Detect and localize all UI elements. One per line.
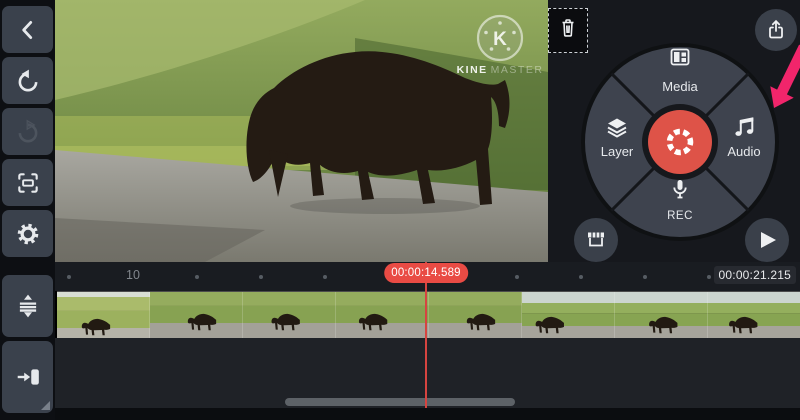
redo-icon <box>15 119 41 145</box>
capture-frame-button[interactable] <box>2 159 53 206</box>
wheel-label-rec: REC <box>667 210 693 222</box>
ruler-tick-dot <box>707 275 711 279</box>
frame-capture-icon <box>15 170 41 196</box>
video-clip-track[interactable] <box>57 291 800 338</box>
timeline-scrollbar[interactable] <box>285 398 515 406</box>
export-button[interactable] <box>755 9 797 51</box>
sidebar <box>0 0 55 420</box>
clip-thumbnail <box>429 292 522 338</box>
clip-thumbnail <box>243 292 336 338</box>
gear-icon <box>15 221 41 247</box>
ruler-tick-dot <box>67 275 71 279</box>
capture-center-button[interactable] <box>642 104 718 180</box>
clip-thumbnail <box>336 292 429 338</box>
clip-thumbnail <box>708 292 800 338</box>
clip-thumbnail <box>522 292 615 338</box>
delete-clip-button[interactable] <box>548 8 588 53</box>
resize-corner-icon <box>41 401 50 410</box>
ruler-tick-dot <box>579 275 583 279</box>
back-button[interactable] <box>2 6 53 53</box>
asset-store-button[interactable] <box>574 218 618 262</box>
ruler-tick-dot <box>195 275 199 279</box>
redo-button[interactable] <box>2 108 53 155</box>
video-preview[interactable]: K KINEMASTER <box>55 0 548 262</box>
track-height-button[interactable] <box>2 275 53 337</box>
ruler-tick-dot <box>643 275 647 279</box>
wheel-label-audio: Audio <box>727 144 760 159</box>
track-height-icon <box>15 293 41 319</box>
wheel-label-media: Media <box>662 79 698 94</box>
settings-button[interactable] <box>2 210 53 257</box>
ruler-tick-dot <box>259 275 263 279</box>
ruler-tick-dot <box>323 275 327 279</box>
annotation-arrow <box>770 45 800 108</box>
clip-thumbnail <box>150 292 243 338</box>
undo-icon <box>15 68 41 94</box>
jump-to-end-button[interactable] <box>2 341 53 413</box>
chevron-left-icon <box>15 17 41 43</box>
ruler-tick-dot <box>515 275 519 279</box>
preview-scene: K KINEMASTER <box>55 0 548 262</box>
timeline-bottom-edge <box>55 408 800 420</box>
play-button[interactable] <box>745 218 789 262</box>
undo-button[interactable] <box>2 57 53 104</box>
watermark-letter: K <box>493 29 507 50</box>
kinemaster-app: K KINEMASTER <box>0 0 800 420</box>
jump-to-end-icon <box>15 364 41 390</box>
svg-text:KINEMASTER: KINEMASTER <box>457 64 544 76</box>
ruler-second-label: 10 <box>126 268 140 282</box>
trash-icon <box>556 15 580 46</box>
total-duration: 00:00:21.215 <box>714 266 796 284</box>
clip-thumbnail <box>615 292 708 338</box>
current-time-badge: 00:00:14.589 <box>384 263 468 283</box>
wheel-label-layer: Layer <box>601 144 634 159</box>
clip-thumbnail <box>57 292 150 338</box>
playhead-line <box>425 262 427 408</box>
